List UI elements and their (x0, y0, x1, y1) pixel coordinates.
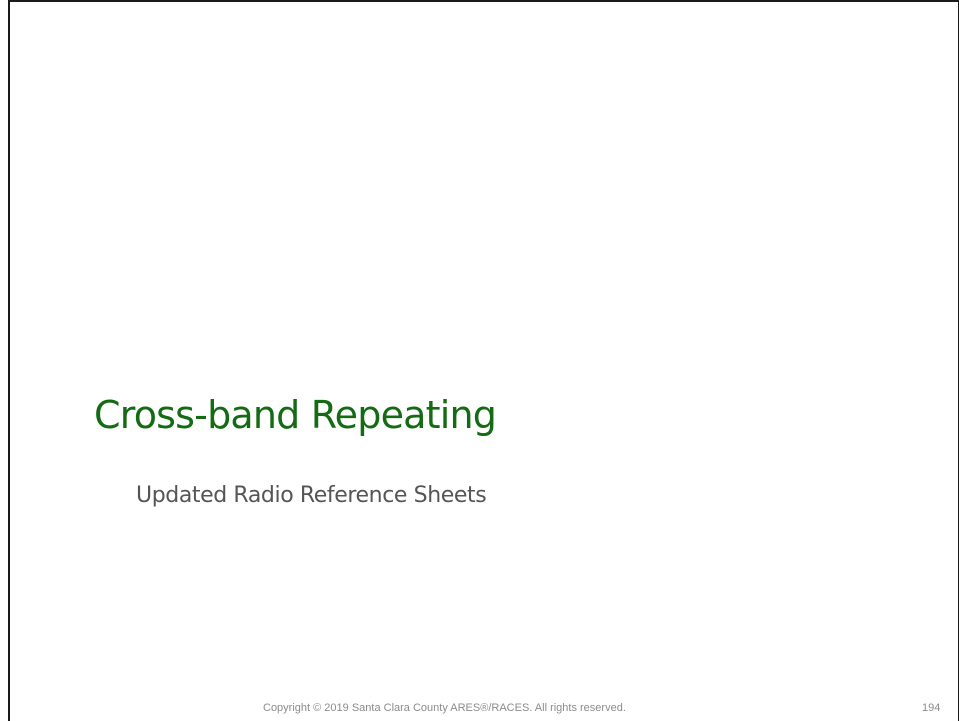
slide-border (8, 0, 959, 721)
slide-subtitle: Updated Radio Reference Sheets (136, 483, 487, 508)
slide-title: Cross-band Repeating (94, 393, 497, 437)
slide: Cross-band Repeating Updated Radio Refer… (0, 0, 959, 721)
footer-copyright: Copyright © 2019 Santa Clara County ARES… (263, 702, 626, 714)
page-number: 194 (922, 702, 941, 714)
